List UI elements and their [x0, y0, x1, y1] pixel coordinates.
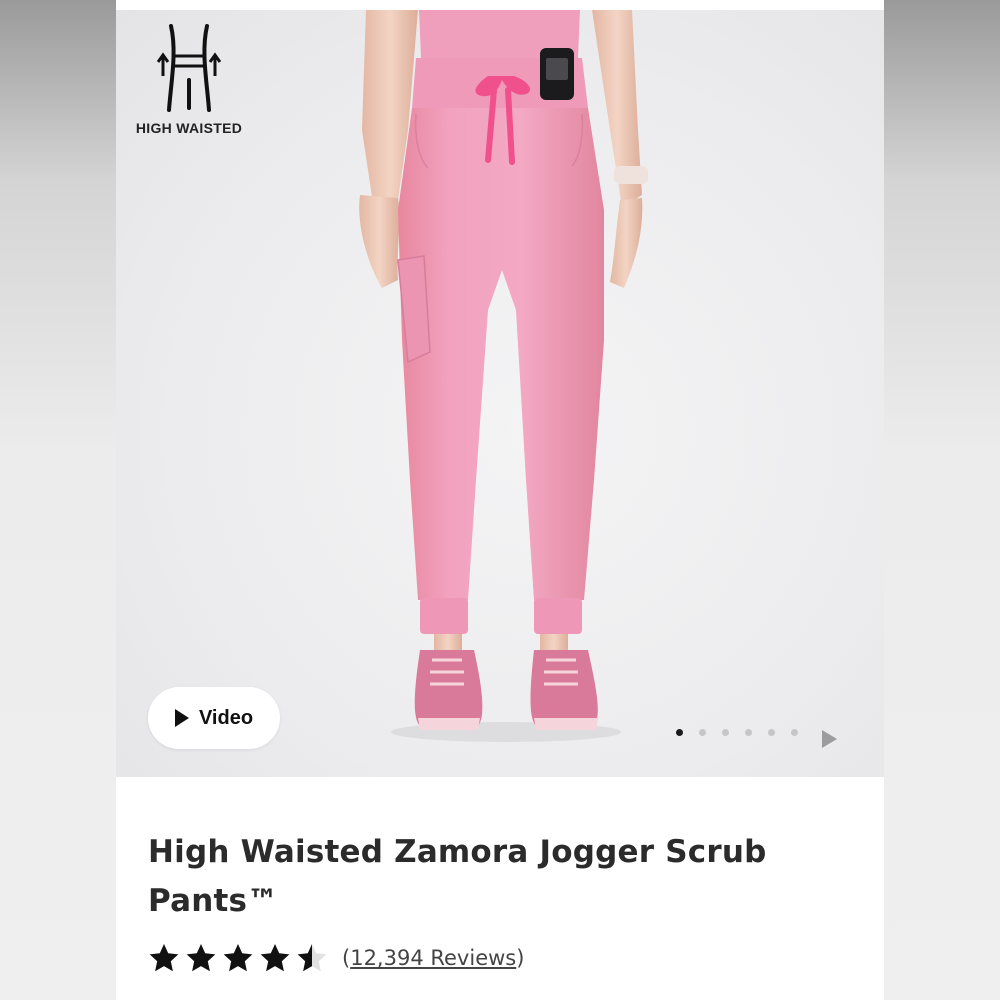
star-icon: [260, 944, 290, 972]
carousel-dots: [676, 729, 798, 736]
high-waist-icon: [157, 24, 221, 112]
star-icon: [223, 944, 253, 972]
product-card: HIGH WAISTED Video High Waisted Zamora J…: [116, 0, 884, 1000]
product-rating: (12,394 Reviews): [148, 942, 524, 974]
badge-label: HIGH WAISTED: [135, 120, 243, 136]
carousel-dot-4[interactable]: [745, 729, 752, 736]
carousel-next-icon[interactable]: [822, 730, 837, 748]
carousel-dot-2[interactable]: [699, 729, 706, 736]
reviews-count: (12,394 Reviews): [342, 946, 524, 970]
play-icon: [174, 709, 189, 727]
carousel-dot-1[interactable]: [676, 729, 683, 736]
reviews-link[interactable]: 12,394 Reviews: [350, 946, 516, 970]
high-waisted-badge: HIGH WAISTED: [124, 22, 254, 136]
carousel-dot-3[interactable]: [722, 729, 729, 736]
star-icon: [297, 944, 327, 972]
rating-stars: [148, 942, 328, 974]
product-title-line1: High Waisted Zamora Jogger Scrub: [148, 834, 767, 870]
product-image-carousel[interactable]: HIGH WAISTED Video: [116, 10, 884, 777]
video-button[interactable]: Video: [148, 687, 280, 749]
right-backdrop: [884, 0, 1000, 1000]
reviews-close-paren: ): [516, 946, 525, 970]
video-button-label: Video: [198, 706, 254, 729]
carousel-dot-6[interactable]: [791, 729, 798, 736]
product-title-line2: Pants™: [148, 883, 279, 919]
left-backdrop: [0, 0, 116, 1000]
product-title: High Waisted Zamora Jogger Scrub Pants™: [148, 828, 848, 926]
reviews-open-paren: (: [342, 946, 351, 970]
star-icon: [186, 944, 216, 972]
carousel-dot-5[interactable]: [768, 729, 775, 736]
star-icon: [149, 944, 179, 972]
